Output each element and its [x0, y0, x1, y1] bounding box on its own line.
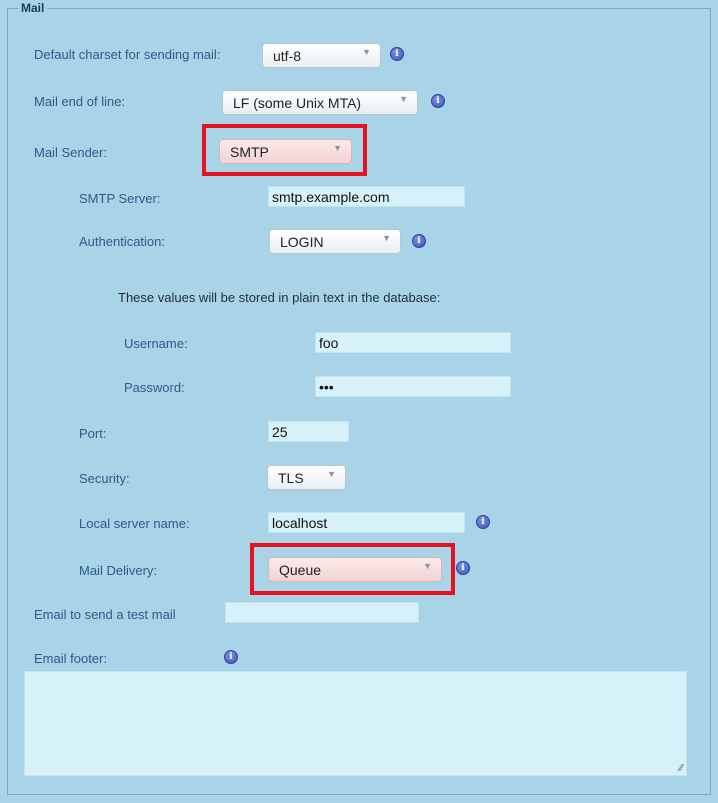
security-select[interactable]: TLS ▼ — [267, 465, 346, 490]
highlight-box — [202, 124, 367, 176]
highlight-box — [250, 543, 455, 595]
auth-value: LOGIN — [280, 234, 324, 250]
test-mail-label: Email to send a test mail — [34, 607, 176, 622]
eol-label: Mail end of line: — [34, 94, 126, 109]
port-label: Port: — [79, 426, 107, 441]
charset-value: utf-8 — [273, 48, 302, 64]
chevron-down-icon: ▼ — [327, 469, 336, 479]
delivery-label: Mail Delivery: — [79, 563, 158, 578]
auth-select[interactable]: LOGIN ▼ — [269, 229, 401, 254]
info-icon[interactable]: i — [412, 234, 426, 248]
sender-label: Mail Sender: — [34, 145, 107, 160]
local-server-label: Local server name: — [79, 516, 190, 531]
info-icon[interactable]: i — [431, 94, 445, 108]
charset-select[interactable]: utf-8 ▼ — [262, 43, 381, 68]
eol-value: LF (some Unix MTA) — [233, 95, 362, 111]
username-input[interactable]: foo — [315, 332, 511, 353]
test-mail-input[interactable] — [225, 602, 419, 623]
charset-label: Default charset for sending mail: — [34, 47, 221, 62]
footer-textarea[interactable]: ⁄⁄ — [24, 671, 687, 776]
section-legend: Mail — [18, 1, 48, 15]
plaintext-note: These values will be stored in plain tex… — [118, 290, 441, 305]
port-input[interactable]: 25 — [268, 421, 349, 442]
eol-select[interactable]: LF (some Unix MTA) ▼ — [222, 90, 418, 115]
security-label: Security: — [79, 471, 130, 486]
chevron-down-icon: ▼ — [382, 233, 391, 243]
chevron-down-icon: ▼ — [362, 47, 371, 57]
local-server-input[interactable]: localhost — [268, 512, 465, 533]
footer-label: Email footer: — [34, 651, 107, 666]
password-input[interactable]: ••• — [315, 376, 511, 397]
security-value: TLS — [278, 470, 304, 486]
password-label: Password: — [124, 380, 185, 395]
info-icon[interactable]: i — [476, 515, 490, 529]
chevron-down-icon: ▼ — [399, 94, 408, 104]
info-icon[interactable]: i — [224, 650, 238, 664]
auth-label: Authentication: — [79, 234, 166, 249]
resize-grip-icon[interactable]: ⁄⁄ — [680, 763, 683, 774]
info-icon[interactable]: i — [456, 561, 470, 575]
info-icon[interactable]: i — [390, 47, 404, 61]
smtp-server-input[interactable]: smtp.example.com — [268, 186, 465, 207]
smtp-server-label: SMTP Server: — [79, 191, 161, 206]
username-label: Username: — [124, 336, 188, 351]
